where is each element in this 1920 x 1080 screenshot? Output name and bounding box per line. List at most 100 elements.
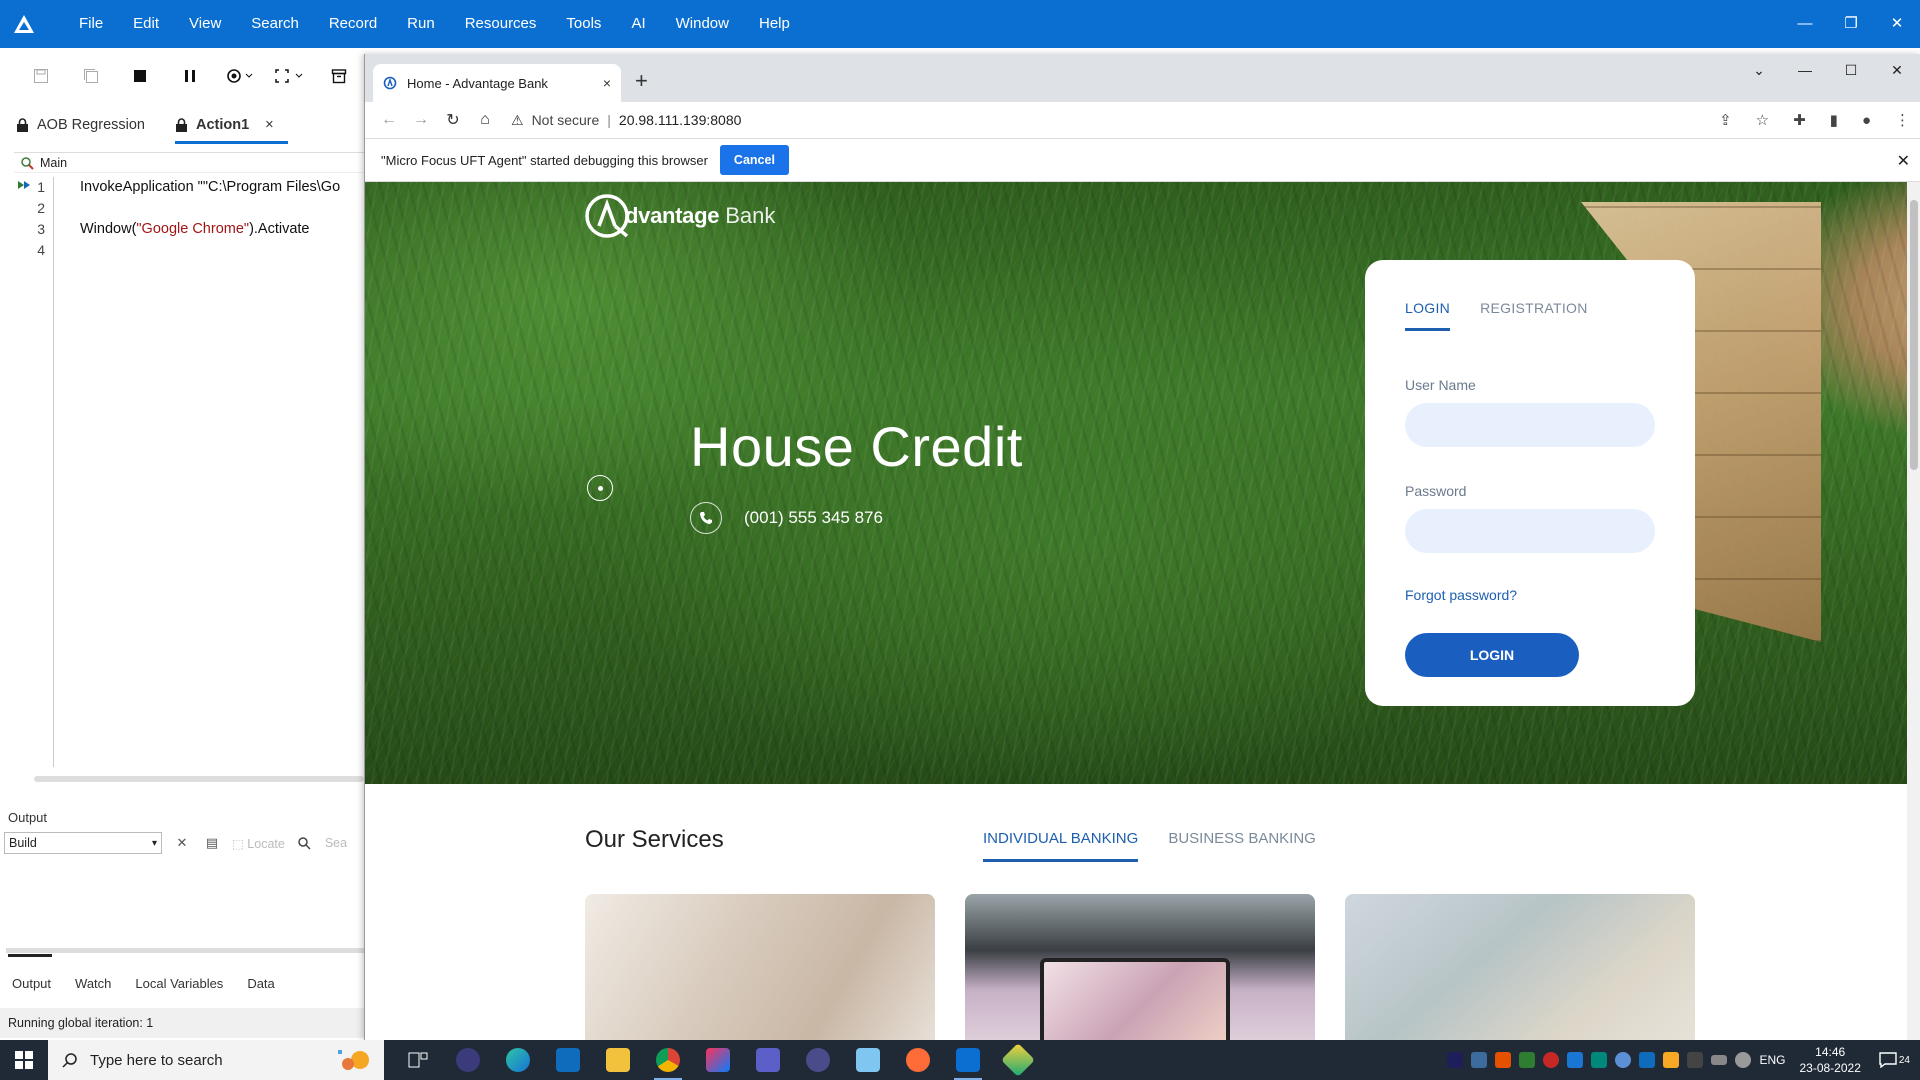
app-uft-icon[interactable]	[944, 1040, 992, 1080]
menu-window[interactable]: Window	[661, 0, 744, 48]
profile-icon[interactable]: ●	[1862, 112, 1871, 129]
username-input[interactable]	[1405, 403, 1655, 447]
new-tab-button[interactable]: +	[635, 68, 648, 94]
side-panel-icon[interactable]: ▮	[1830, 111, 1838, 129]
tray-app-icon[interactable]	[1543, 1052, 1560, 1068]
menu-kebab-icon[interactable]: ⋮	[1895, 111, 1910, 129]
output-horizontal-scrollbar[interactable]	[6, 948, 364, 953]
advantage-bank-logo[interactable]: dvantage Bank	[585, 192, 775, 240]
shield-icon[interactable]	[1519, 1052, 1536, 1068]
app-eclipse-icon[interactable]	[444, 1040, 492, 1080]
save-all-icon[interactable]	[66, 58, 116, 94]
close-infobar-icon[interactable]: ✕	[1897, 151, 1910, 171]
minimize-icon[interactable]: —	[1782, 54, 1828, 86]
output-filter-select[interactable]: Build ▾	[4, 832, 162, 854]
minimize-icon[interactable]: —	[1782, 0, 1828, 48]
tab-business-banking[interactable]: BUSINESS BANKING	[1168, 830, 1316, 862]
editor-horizontal-scrollbar[interactable]	[34, 776, 364, 782]
service-card-image[interactable]	[965, 894, 1315, 1040]
close-tab-icon[interactable]: ×	[265, 117, 273, 133]
output-search-input[interactable]: Sea	[325, 836, 347, 850]
tab-action1[interactable]: Action1 ×	[175, 104, 288, 146]
battery-icon[interactable]	[1711, 1055, 1728, 1065]
notification-icon[interactable]: 24	[1879, 1052, 1910, 1068]
cancel-debug-button[interactable]: Cancel	[719, 145, 789, 175]
code-area[interactable]: InvokeApplication ""C:\Program Files\Go …	[80, 177, 380, 261]
home-icon[interactable]: ⌂	[469, 111, 501, 129]
close-icon[interactable]: ✕	[1874, 54, 1920, 86]
language-indicator[interactable]: ENG	[1759, 1053, 1785, 1067]
tab-output[interactable]: Output	[7, 953, 53, 991]
cloud-icon[interactable]	[1615, 1052, 1632, 1068]
wifi-icon[interactable]	[1471, 1052, 1488, 1068]
taskbar-search[interactable]: Type here to search	[48, 1040, 384, 1080]
save-icon[interactable]	[16, 58, 66, 94]
password-input[interactable]	[1405, 509, 1655, 553]
reload-icon[interactable]: ↻	[437, 110, 469, 130]
menu-search[interactable]: Search	[236, 0, 314, 48]
tab-watch[interactable]: Watch	[75, 976, 111, 991]
app-edge-icon[interactable]	[494, 1040, 542, 1080]
menu-run[interactable]: Run	[392, 0, 450, 48]
chrome-tab-home[interactable]: Home - Advantage Bank ×	[373, 64, 621, 102]
menu-resources[interactable]: Resources	[450, 0, 552, 48]
app-postman-icon[interactable]	[894, 1040, 942, 1080]
app-intellij-icon[interactable]	[694, 1040, 742, 1080]
locate-button[interactable]: ⬚ Locate	[232, 836, 285, 851]
stop-icon[interactable]	[115, 58, 165, 94]
close-icon[interactable]: ✕	[1874, 0, 1920, 48]
app-teams-icon[interactable]	[744, 1040, 792, 1080]
app-notepad-icon[interactable]	[844, 1040, 892, 1080]
tray-app-icon[interactable]	[1447, 1052, 1464, 1068]
tray-app-icon[interactable]	[1591, 1052, 1608, 1068]
forgot-password-link[interactable]: Forgot password?	[1405, 587, 1655, 603]
uft-logo-icon[interactable]	[0, 0, 48, 48]
maximize-icon[interactable]: ☐	[1828, 54, 1874, 86]
tray-app-icon[interactable]	[1663, 1052, 1680, 1068]
clock[interactable]: 14:46 23-08-2022	[1799, 1044, 1860, 1076]
volume-icon[interactable]	[1735, 1052, 1752, 1068]
tray-app-icon[interactable]	[1567, 1052, 1584, 1068]
tray-app-icon[interactable]	[1495, 1052, 1512, 1068]
windows-start-icon[interactable]	[0, 1040, 48, 1080]
slider-dot-icon[interactable]	[587, 475, 613, 501]
warning-icon[interactable]: ⚠	[511, 112, 524, 129]
tab-login[interactable]: LOGIN	[1405, 300, 1451, 331]
pause-icon[interactable]	[165, 58, 215, 94]
close-tab-icon[interactable]: ×	[603, 75, 611, 91]
menu-help[interactable]: Help	[744, 0, 805, 48]
clear-icon[interactable]: ✕	[172, 833, 192, 853]
restore-icon[interactable]: ❐	[1828, 0, 1874, 48]
tab-local-variables[interactable]: Local Variables	[135, 976, 223, 991]
extensions-icon[interactable]: ✚	[1793, 111, 1806, 129]
script-editor[interactable]: Main 1 2 3 4 InvokeApplication ""C:\Prog…	[14, 152, 364, 782]
app-outlook-icon[interactable]	[544, 1040, 592, 1080]
menu-edit[interactable]: Edit	[118, 0, 174, 48]
tray-app-icon[interactable]	[1687, 1052, 1704, 1068]
address-bar[interactable]: ⚠ Not secure | 20.98.111.139:8080	[511, 112, 741, 129]
app-eclipse-2-icon[interactable]	[794, 1040, 842, 1080]
tab-search-icon[interactable]: ⌄	[1736, 54, 1782, 86]
login-button[interactable]: LOGIN	[1405, 633, 1579, 677]
tab-data[interactable]: Data	[247, 976, 274, 991]
tab-aob-regression[interactable]: AOB Regression	[16, 104, 159, 146]
outlook-tray-icon[interactable]	[1639, 1052, 1656, 1068]
page-vertical-scrollbar[interactable]	[1907, 182, 1920, 1040]
service-card-image[interactable]	[585, 894, 935, 1040]
record-options-icon[interactable]	[215, 58, 265, 94]
bookmark-star-icon[interactable]: ☆	[1756, 111, 1769, 129]
filter-icon[interactable]: ▤	[202, 833, 222, 853]
app-file-explorer-icon[interactable]	[594, 1040, 642, 1080]
tab-individual-banking[interactable]: INDIVIDUAL BANKING	[983, 830, 1139, 862]
app-gitkraken-icon[interactable]	[994, 1040, 1042, 1080]
service-card-image[interactable]	[1345, 894, 1695, 1040]
forward-icon[interactable]: →	[405, 111, 437, 129]
menu-file[interactable]: File	[64, 0, 118, 48]
back-icon[interactable]: ←	[373, 111, 405, 129]
archive-icon[interactable]	[314, 58, 364, 94]
search-icon[interactable]	[295, 833, 315, 853]
spy-options-icon[interactable]	[265, 58, 315, 94]
menu-tools[interactable]: Tools	[551, 0, 616, 48]
menu-ai[interactable]: AI	[616, 0, 660, 48]
menu-record[interactable]: Record	[314, 0, 392, 48]
